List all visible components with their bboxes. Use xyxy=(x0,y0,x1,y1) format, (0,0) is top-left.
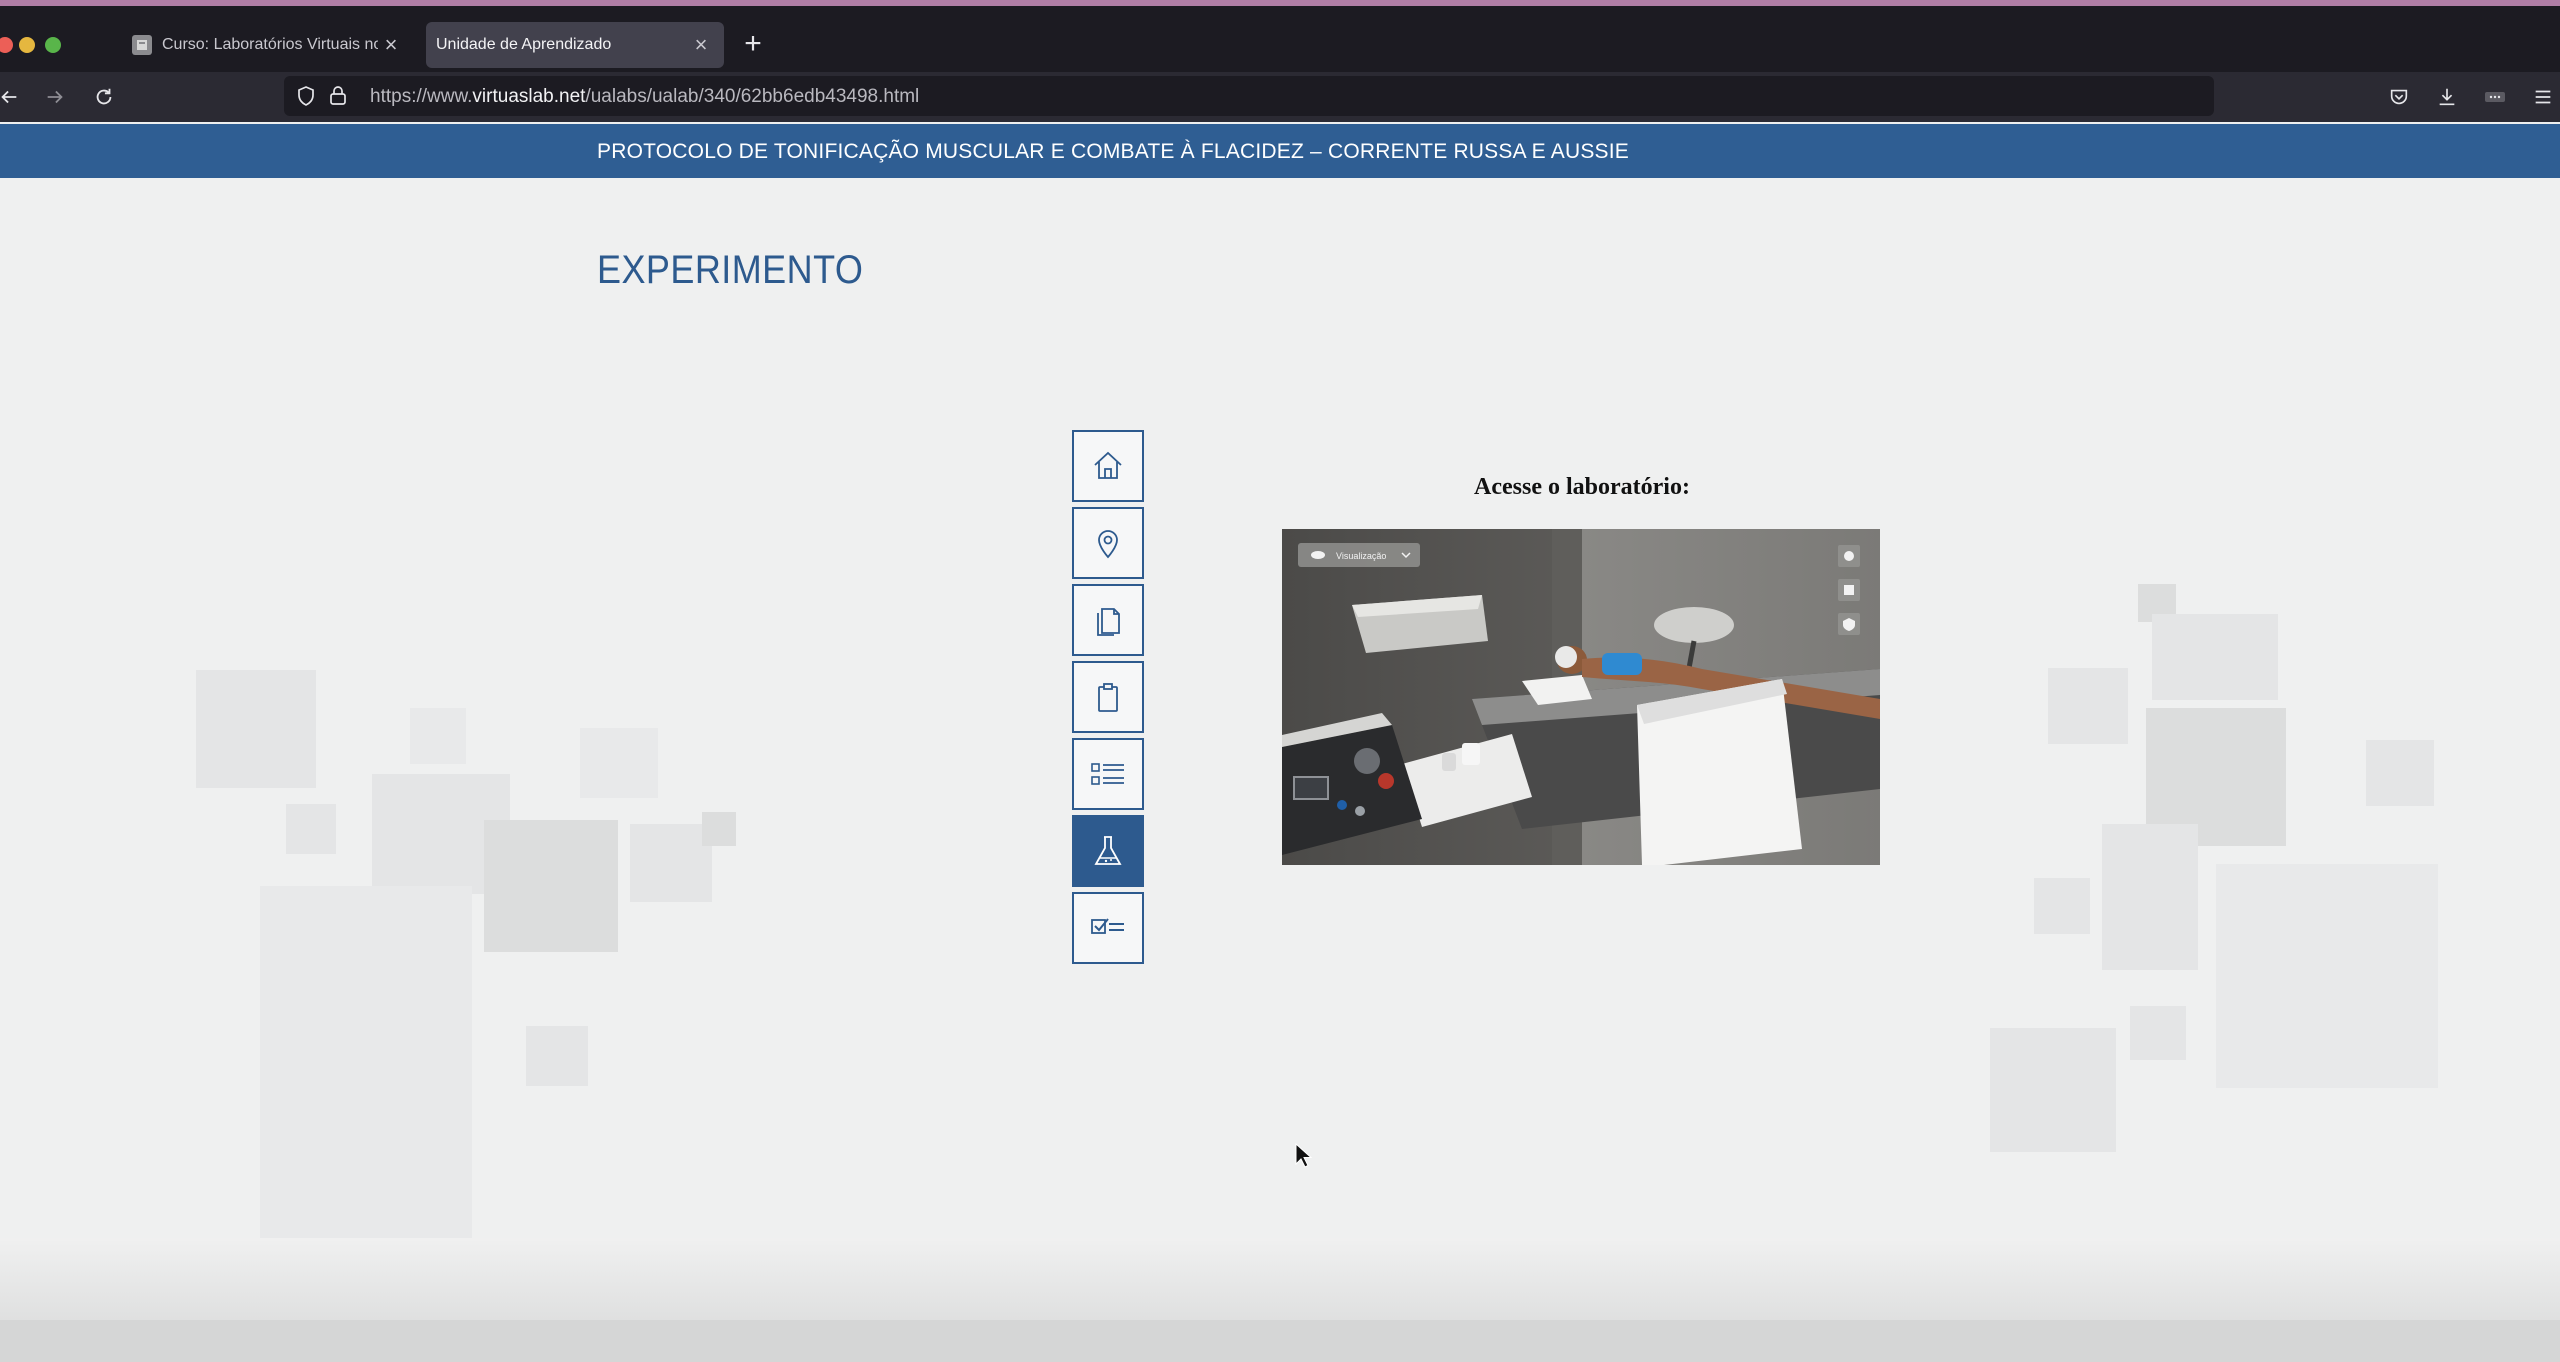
documents-icon xyxy=(1097,608,1120,636)
back-arrow-icon[interactable] xyxy=(0,82,24,112)
address-bar[interactable]: https://www.virtuaslab.net/ualabs/ualab/… xyxy=(284,76,2214,116)
page-favicon-icon xyxy=(132,35,152,55)
url-text: https://www.virtuaslab.net/ualabs/ualab/… xyxy=(370,86,919,108)
download-icon[interactable] xyxy=(2432,82,2462,112)
lab-scene-illustration: Visualização xyxy=(1282,529,1880,865)
decor-square xyxy=(484,820,618,952)
virtual-lab-launch-image[interactable]: Visualização xyxy=(1282,529,1880,865)
tab-unidade[interactable]: Unidade de Aprendizado × xyxy=(426,22,724,68)
nav-home-button[interactable] xyxy=(1072,430,1144,502)
decor-square xyxy=(2366,740,2434,806)
tab-curso[interactable]: Curso: Laboratórios Virtuais no × xyxy=(118,22,414,68)
window-close-button[interactable] xyxy=(0,37,13,53)
decor-square xyxy=(2102,824,2198,970)
list-icon xyxy=(1091,763,1124,785)
new-tab-button[interactable]: + xyxy=(738,29,768,60)
tab-bar: Curso: Laboratórios Virtuais no × Unidad… xyxy=(0,6,2560,72)
window-minimize-button[interactable] xyxy=(19,37,35,53)
decor-square xyxy=(410,708,466,764)
decor-square xyxy=(2034,878,2090,934)
decor-square xyxy=(260,886,472,1270)
decor-square xyxy=(1990,1028,2116,1152)
reload-icon[interactable] xyxy=(89,82,119,112)
decor-square xyxy=(2152,614,2278,700)
menu-icon[interactable] xyxy=(2528,82,2558,112)
decor-square xyxy=(286,804,336,854)
url-domain: virtuaslab.net xyxy=(472,86,586,107)
decor-square xyxy=(2130,1006,2186,1060)
nav-location-button[interactable] xyxy=(1072,507,1144,579)
decor-square xyxy=(526,1026,588,1086)
nav-checklist-button[interactable] xyxy=(1072,892,1144,964)
checklist-icon xyxy=(1091,918,1124,934)
clipboard-icon xyxy=(1098,683,1118,712)
unit-navigation xyxy=(1072,430,1144,969)
forward-arrow-icon[interactable] xyxy=(40,82,70,112)
decor-square xyxy=(580,728,658,798)
decor-square xyxy=(2048,668,2128,744)
decor-square xyxy=(196,670,316,788)
nav-clipboard-button[interactable] xyxy=(1072,661,1144,733)
tab-title: Unidade de Aprendizado xyxy=(436,36,612,53)
footer-bar xyxy=(0,1320,2560,1362)
section-title: EXPERIMENTO xyxy=(597,248,864,292)
pocket-icon[interactable] xyxy=(2384,82,2414,112)
banner-title: PROTOCOLO DE TONIFICAÇÃO MUSCULAR E COMB… xyxy=(597,140,1629,163)
lock-icon[interactable] xyxy=(326,84,350,108)
url-path: /ualabs/ualab/340/62bb6edb43498.html xyxy=(585,86,920,107)
tab-title: Curso: Laboratórios Virtuais no xyxy=(162,36,378,53)
shield-icon[interactable] xyxy=(294,84,318,108)
nav-experiment-button[interactable] xyxy=(1072,815,1144,887)
decor-square xyxy=(2216,864,2438,1088)
flask-icon xyxy=(1094,836,1122,865)
nav-documents-button[interactable] xyxy=(1072,584,1144,656)
decor-square xyxy=(702,812,736,846)
tab-close-icon[interactable]: × xyxy=(688,32,714,58)
content-area xyxy=(0,178,2560,1270)
url-prefix: https://www. xyxy=(370,86,473,107)
window-maximize-button[interactable] xyxy=(45,37,61,53)
lab-view-dropdown-label[interactable]: Visualização xyxy=(1336,551,1386,561)
mouse-cursor-icon xyxy=(1295,1143,1313,1168)
home-icon xyxy=(1094,451,1122,479)
course-banner: PROTOCOLO DE TONIFICAÇÃO MUSCULAR E COMB… xyxy=(0,124,2560,178)
extensions-icon[interactable] xyxy=(2480,82,2510,112)
map-pin-icon xyxy=(1098,530,1118,559)
footer-gradient xyxy=(0,1238,2560,1320)
decor-square xyxy=(630,824,712,902)
tab-close-icon[interactable]: × xyxy=(378,32,404,58)
lab-access-heading: Acesse o laboratório: xyxy=(1474,474,1690,500)
nav-list-button[interactable] xyxy=(1072,738,1144,810)
